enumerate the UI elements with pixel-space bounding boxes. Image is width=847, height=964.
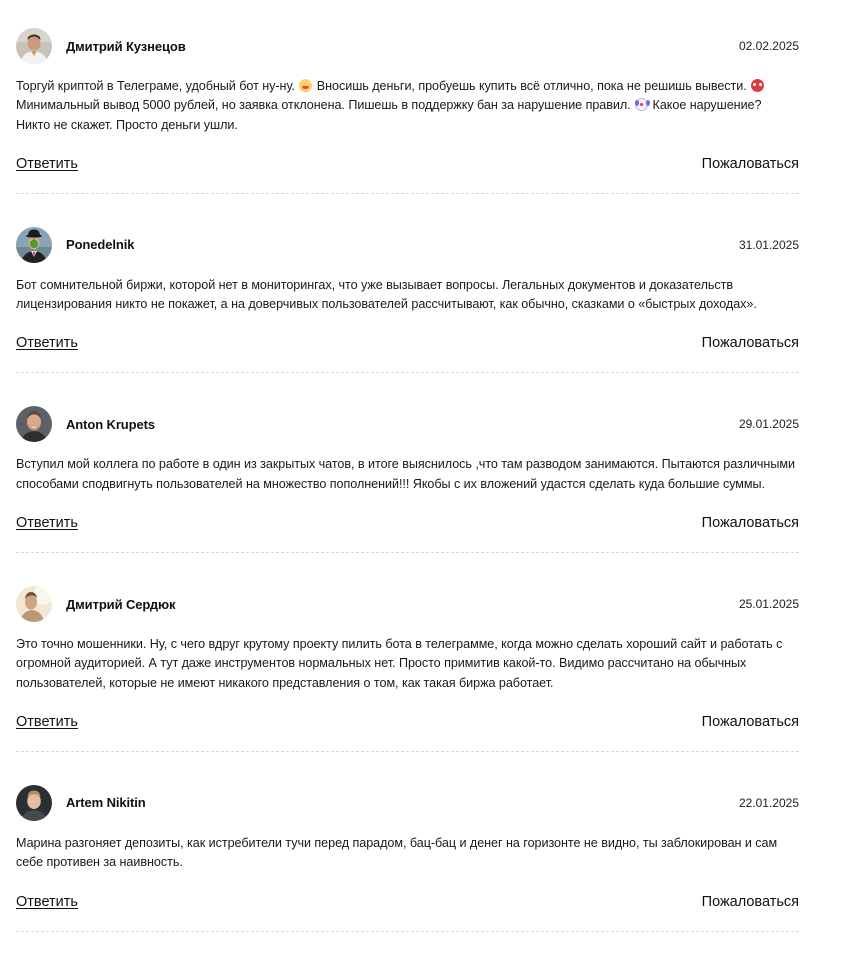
comment-actions: Ответить Пожаловаться — [16, 494, 799, 552]
complain-link[interactable]: Пожаловаться — [702, 714, 799, 730]
author-name[interactable]: Дмитрий Сердюк — [66, 597, 176, 612]
reply-link[interactable]: Ответить — [16, 335, 78, 351]
avatar — [16, 226, 52, 263]
avatar — [16, 28, 52, 64]
comment-actions: Ответить Пожаловаться — [16, 314, 799, 372]
comment-date: 29.01.2025 — [738, 417, 799, 432]
comment-text: Марина разгоняет депозиты, как истребите… — [16, 835, 778, 870]
comment-text: Вступил мой коллега по работе в один из … — [16, 457, 795, 491]
comment-author: Ponedelnik — [16, 226, 134, 263]
comments-list: Дмитрий Кузнецов 02.02.2025 Торгуй крипт… — [16, 27, 799, 964]
author-name[interactable]: Дмитрий Кузнецов — [66, 39, 186, 54]
reply-link[interactable]: Ответить — [16, 156, 78, 172]
complain-link[interactable]: Пожаловаться — [702, 894, 799, 910]
complain-link[interactable]: Пожаловаться — [702, 335, 799, 351]
comment-item: Ponedelnik 31.01.2025 Бот сомнительной б… — [16, 226, 799, 374]
complain-link[interactable]: Пожаловаться — [702, 515, 799, 531]
comment-item: Anton Krupets 29.01.2025 Вступил мой кол… — [16, 405, 799, 554]
comment-author: Anton Krupets — [16, 406, 155, 443]
comment-header: Ponedelnik 31.01.2025 — [16, 226, 799, 264]
comment-header: Дмитрий Кузнецов 02.02.2025 — [16, 27, 799, 65]
comment-header: Дмитрий Сердюк 25.01.2025 — [16, 585, 799, 623]
angry-face-emoji-icon — [751, 79, 765, 92]
comment-date: 22.01.2025 — [738, 795, 799, 810]
author-name[interactable]: Anton Krupets — [66, 417, 155, 432]
avatar — [16, 586, 52, 623]
complain-link[interactable]: Пожаловаться — [702, 156, 799, 172]
laughing-emoji-icon — [299, 79, 313, 92]
author-name[interactable]: Artem Nikitin — [66, 795, 146, 810]
comment-text-part: Вносишь деньги, пробуешь купить всё отли… — [313, 79, 751, 93]
author-name[interactable]: Ponedelnik — [66, 237, 134, 252]
comment-actions: Ответить Пожаловаться — [16, 693, 799, 751]
comment-item: Дмитрий Кузнецов 02.02.2025 Торгуй крипт… — [16, 27, 799, 194]
comment-text: Торгуй криптой в Телеграме, удобный бот … — [16, 77, 799, 135]
comment-actions: Ответить Пожаловаться — [16, 873, 799, 931]
avatar — [16, 784, 52, 821]
reply-link[interactable]: Ответить — [16, 714, 78, 730]
comment-author: Artem Nikitin — [16, 784, 146, 821]
avatar — [16, 406, 52, 443]
comment-text: Бот сомнительной биржи, которой нет в мо… — [16, 277, 757, 312]
comment-text: Это точно мошенники. Ну, с чего вдруг кр… — [16, 637, 783, 690]
comment-date: 02.02.2025 — [738, 39, 799, 53]
comment-date: 25.01.2025 — [738, 597, 799, 612]
reply-link[interactable]: Ответить — [16, 515, 78, 531]
comment-author: Дмитрий Сердюк — [16, 586, 176, 623]
comment-author: Дмитрий Кузнецов — [16, 28, 186, 64]
comment-header: Artem Nikitin 22.01.2025 — [16, 784, 799, 822]
clown-face-emoji-icon — [635, 98, 649, 112]
comment-date: 31.01.2025 — [738, 237, 799, 252]
comment-text-part: Торгуй криптой в Телеграме, удобный бот … — [16, 79, 299, 93]
comment-item: Дмитрий Сердюк 25.01.2025 Это точно моше… — [16, 585, 799, 752]
comment-text-part: Минимальный вывод 5000 рублей, но заявка… — [16, 98, 635, 113]
comment-item: Artem Nikitin 22.01.2025 Марина разгоняе… — [16, 784, 799, 932]
reply-link[interactable]: Ответить — [16, 894, 78, 910]
comment-actions: Ответить Пожаловаться — [16, 135, 799, 193]
comment-header: Anton Krupets 29.01.2025 — [16, 405, 799, 443]
